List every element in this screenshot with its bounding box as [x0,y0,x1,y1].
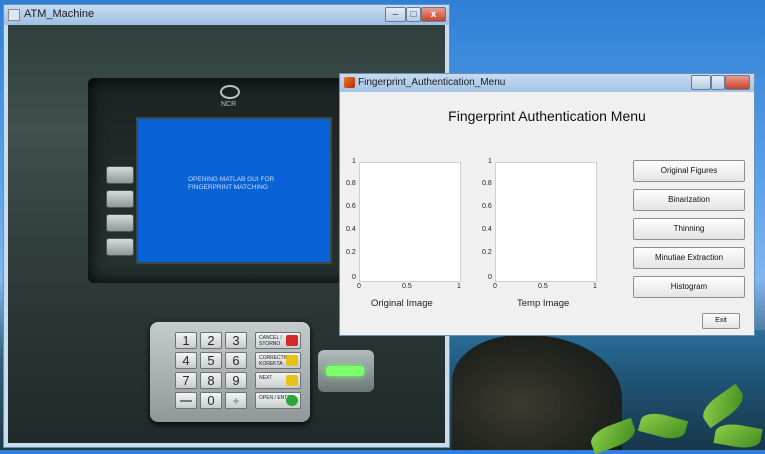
y-tick: 0.4 [482,226,492,233]
circle-icon [286,395,298,406]
maximize-button[interactable]: □ [406,7,421,22]
temp-image-label: Temp Image [517,298,570,309]
matlab-icon [344,77,355,88]
side-key-3[interactable] [106,214,134,232]
y-tick: 0.8 [482,180,492,187]
matlab-minimize-button[interactable] [691,75,711,90]
matlab-content: Fingerprint Authentication Menu 1 0.8 0.… [341,92,753,335]
thinning-button[interactable]: Thinning [633,218,745,240]
x-tick: 0 [357,283,361,290]
temp-image-axes[interactable] [495,162,597,282]
exit-button[interactable]: Exit [702,313,740,329]
key-blank-left[interactable] [175,392,197,409]
key-2[interactable]: 2 [200,332,222,349]
plus-icon: + [232,394,240,408]
key-7[interactable]: 7 [175,372,197,389]
key-9[interactable]: 9 [225,372,247,389]
y-tick: 0 [488,274,492,281]
y-tick: 0.2 [482,249,492,256]
side-key-4[interactable] [106,238,134,256]
cancel-key-label: CANCEL / STORNO [259,335,282,347]
chevron-left-icon [286,355,298,366]
next-key-label: NEXT [259,375,273,381]
minutiae-extraction-button[interactable]: Minutiae Extraction [633,247,745,269]
correction-key[interactable]: CORRECTION / KOREKTA [255,352,301,369]
key-6[interactable]: 6 [225,352,247,369]
x-tick: 0 [493,283,497,290]
card-slot-light [326,366,364,376]
original-image-axes[interactable] [359,162,461,282]
y-tick: 0.8 [346,180,356,187]
matlab-window: Fingerprint_Authentication_Menu Fingerpr… [339,73,755,336]
x-tick: 0.5 [538,283,548,290]
chevron-right-icon [286,375,298,386]
ncr-brand-text: NCR [221,101,237,108]
matlab-titlebar[interactable]: Fingerprint_Authentication_Menu [340,74,754,92]
enter-key[interactable]: OPEN / ENTER [255,392,301,409]
ncr-logo-icon [220,85,240,99]
y-tick: 1 [352,158,356,165]
key-4[interactable]: 4 [175,352,197,369]
atm-window-title: ATM_Machine [24,8,95,20]
x-tick: 0.5 [402,283,412,290]
y-tick: 0.4 [346,226,356,233]
side-key-1[interactable] [106,166,134,184]
y-tick: 0.6 [346,203,356,210]
key-1[interactable]: 1 [175,332,197,349]
screen-message: OPENING MATLAB GUI FOR FINGERPRINT MATCH… [188,176,275,191]
x-tick: 1 [457,283,461,290]
matlab-maximize-button[interactable] [711,75,725,90]
original-image-label: Original Image [371,298,433,309]
cancel-key[interactable]: CANCEL / STORNO [255,332,301,349]
y-tick: 1 [488,158,492,165]
atm-screen: OPENING MATLAB GUI FOR FINGERPRINT MATCH… [136,117,332,264]
key-blank-right[interactable]: + [225,392,247,409]
key-0[interactable]: 0 [200,392,222,409]
app-icon [8,9,20,21]
atm-titlebar[interactable]: ATM_Machine – □ x [4,5,449,25]
key-5[interactable]: 5 [200,352,222,369]
original-figures-button[interactable]: Original Figures [633,160,745,182]
next-key[interactable]: NEXT [255,372,301,389]
y-tick: 0 [352,274,356,281]
x-tick: 1 [593,283,597,290]
menu-heading: Fingerprint Authentication Menu [448,108,646,124]
key-8[interactable]: 8 [200,372,222,389]
y-tick: 0.6 [482,203,492,210]
minimize-button[interactable]: – [385,7,406,22]
binarization-button[interactable]: Binarization [633,189,745,211]
matlab-window-title: Fingerprint_Authentication_Menu [358,77,506,88]
side-key-2[interactable] [106,190,134,208]
matlab-close-button[interactable] [725,75,750,90]
keypad: 1 2 3 4 5 6 7 8 9 0 + CANCEL / STORNO CO… [150,322,310,422]
y-tick: 0.2 [346,249,356,256]
key-3[interactable]: 3 [225,332,247,349]
histogram-button[interactable]: Histogram [633,276,745,298]
minus-icon [180,400,192,402]
close-button[interactable]: x [421,7,446,22]
x-icon [286,335,298,346]
